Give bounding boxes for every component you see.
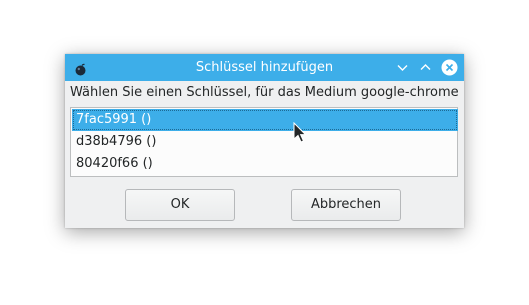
key-list[interactable]: 7fac5991 () d38b4796 () 80420f66 () — [70, 107, 458, 177]
title-bar[interactable]: Schlüssel hinzufügen — [65, 54, 464, 81]
mouse-pointer-icon — [293, 121, 307, 144]
close-icon[interactable] — [441, 59, 458, 76]
list-item[interactable]: 7fac5991 () — [72, 109, 458, 131]
cancel-button[interactable]: Abbrechen — [291, 189, 401, 221]
add-key-dialog: Schlüssel hinzufügen Wählen Sie einen Sc… — [65, 54, 464, 228]
ok-button[interactable]: OK — [125, 189, 235, 221]
maximize-icon[interactable] — [417, 59, 434, 76]
prompt-label: Wählen Sie einen Schlüssel, für das Medi… — [70, 85, 459, 100]
list-item[interactable]: 80420f66 () — [72, 153, 458, 175]
minimize-icon[interactable] — [394, 59, 411, 76]
list-item[interactable]: d38b4796 () — [72, 131, 458, 153]
